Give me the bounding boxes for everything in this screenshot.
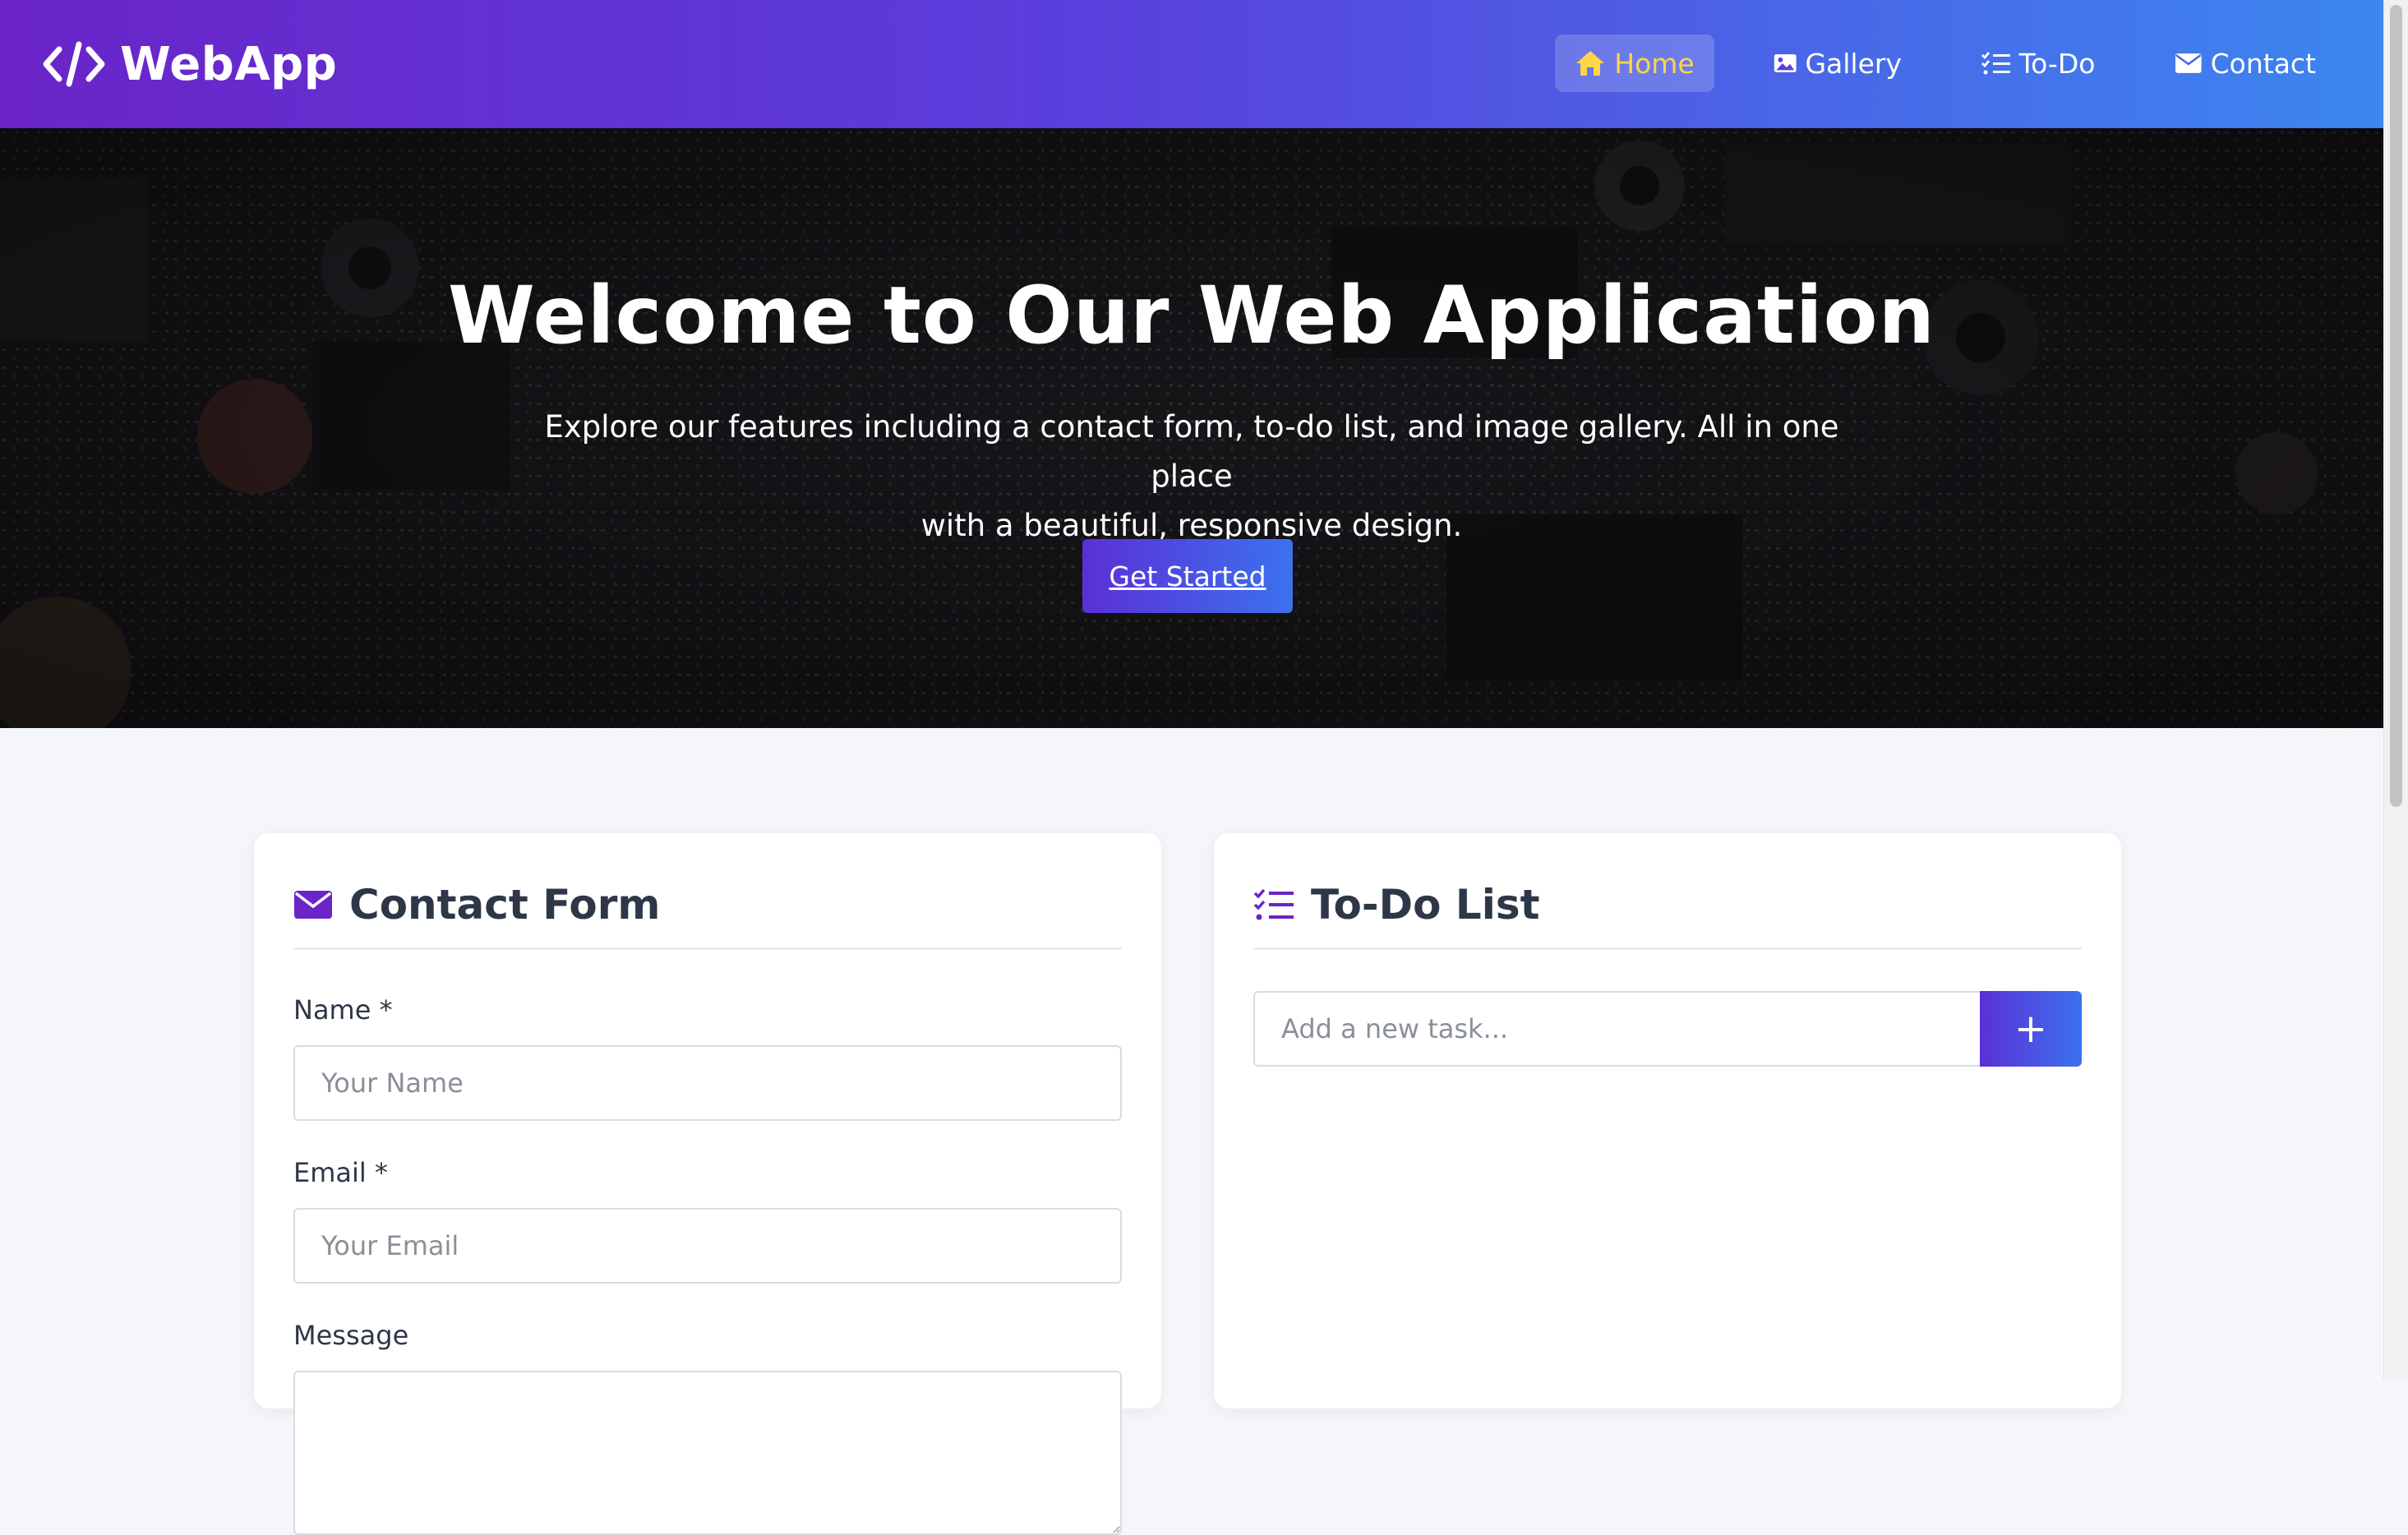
- scrollbar-thumb[interactable]: [2390, 5, 2402, 807]
- message-textarea[interactable]: [293, 1371, 1122, 1535]
- hero-title: Welcome to Our Web Application: [448, 270, 1935, 362]
- contact-form-card: Contact Form Name * Email * Message: [254, 833, 1161, 1535]
- code-icon: [43, 41, 105, 87]
- home-icon: [1576, 51, 1605, 76]
- nav-todo-label: To-Do: [2018, 47, 2096, 80]
- nav-contact-link[interactable]: Contact: [2175, 35, 2316, 92]
- todo-card: To-Do List +: [1214, 833, 2121, 1408]
- nav-home-label: Home: [1614, 47, 1695, 80]
- name-label: Name *: [293, 994, 393, 1026]
- nav-todo-link[interactable]: To-Do: [1977, 35, 2099, 92]
- todo-title: To-Do List: [1311, 880, 1540, 929]
- message-label: Message: [293, 1320, 409, 1351]
- contact-form-header: Contact Form: [293, 876, 1122, 950]
- image-icon: [1774, 54, 1797, 72]
- todo-header: To-Do List: [1253, 876, 2082, 950]
- hero-section: Welcome to Our Web Application Explore o…: [0, 128, 2383, 728]
- nav-gallery-link[interactable]: Gallery: [1774, 35, 1902, 92]
- add-task-button[interactable]: +: [1980, 991, 2082, 1067]
- nav-home-link[interactable]: Home: [1555, 35, 1714, 92]
- brand-name: WebApp: [120, 37, 338, 91]
- contact-form-title: Contact Form: [349, 880, 661, 929]
- get-started-button[interactable]: Get Started: [1082, 539, 1293, 613]
- checklist-icon: [1253, 888, 1294, 920]
- hero-subtitle: Explore our features including a contact…: [542, 403, 1841, 551]
- top-navbar: WebApp Home Gallery To-Do Contact: [0, 0, 2383, 128]
- envelope-icon: [2175, 53, 2202, 73]
- nav-gallery-label: Gallery: [1805, 47, 1902, 80]
- nav-contact-label: Contact: [2210, 47, 2316, 80]
- hero-subtitle-line-1: Explore our features including a contact…: [544, 409, 1839, 494]
- envelope-icon: [294, 890, 332, 919]
- checklist-icon: [1981, 52, 2010, 75]
- email-label: Email *: [293, 1157, 388, 1188]
- brand-logo[interactable]: WebApp: [43, 31, 337, 97]
- page-scrollbar[interactable]: [2383, 0, 2408, 1379]
- new-task-input[interactable]: [1253, 991, 1981, 1067]
- name-input[interactable]: [293, 1045, 1122, 1121]
- email-input[interactable]: [293, 1208, 1122, 1284]
